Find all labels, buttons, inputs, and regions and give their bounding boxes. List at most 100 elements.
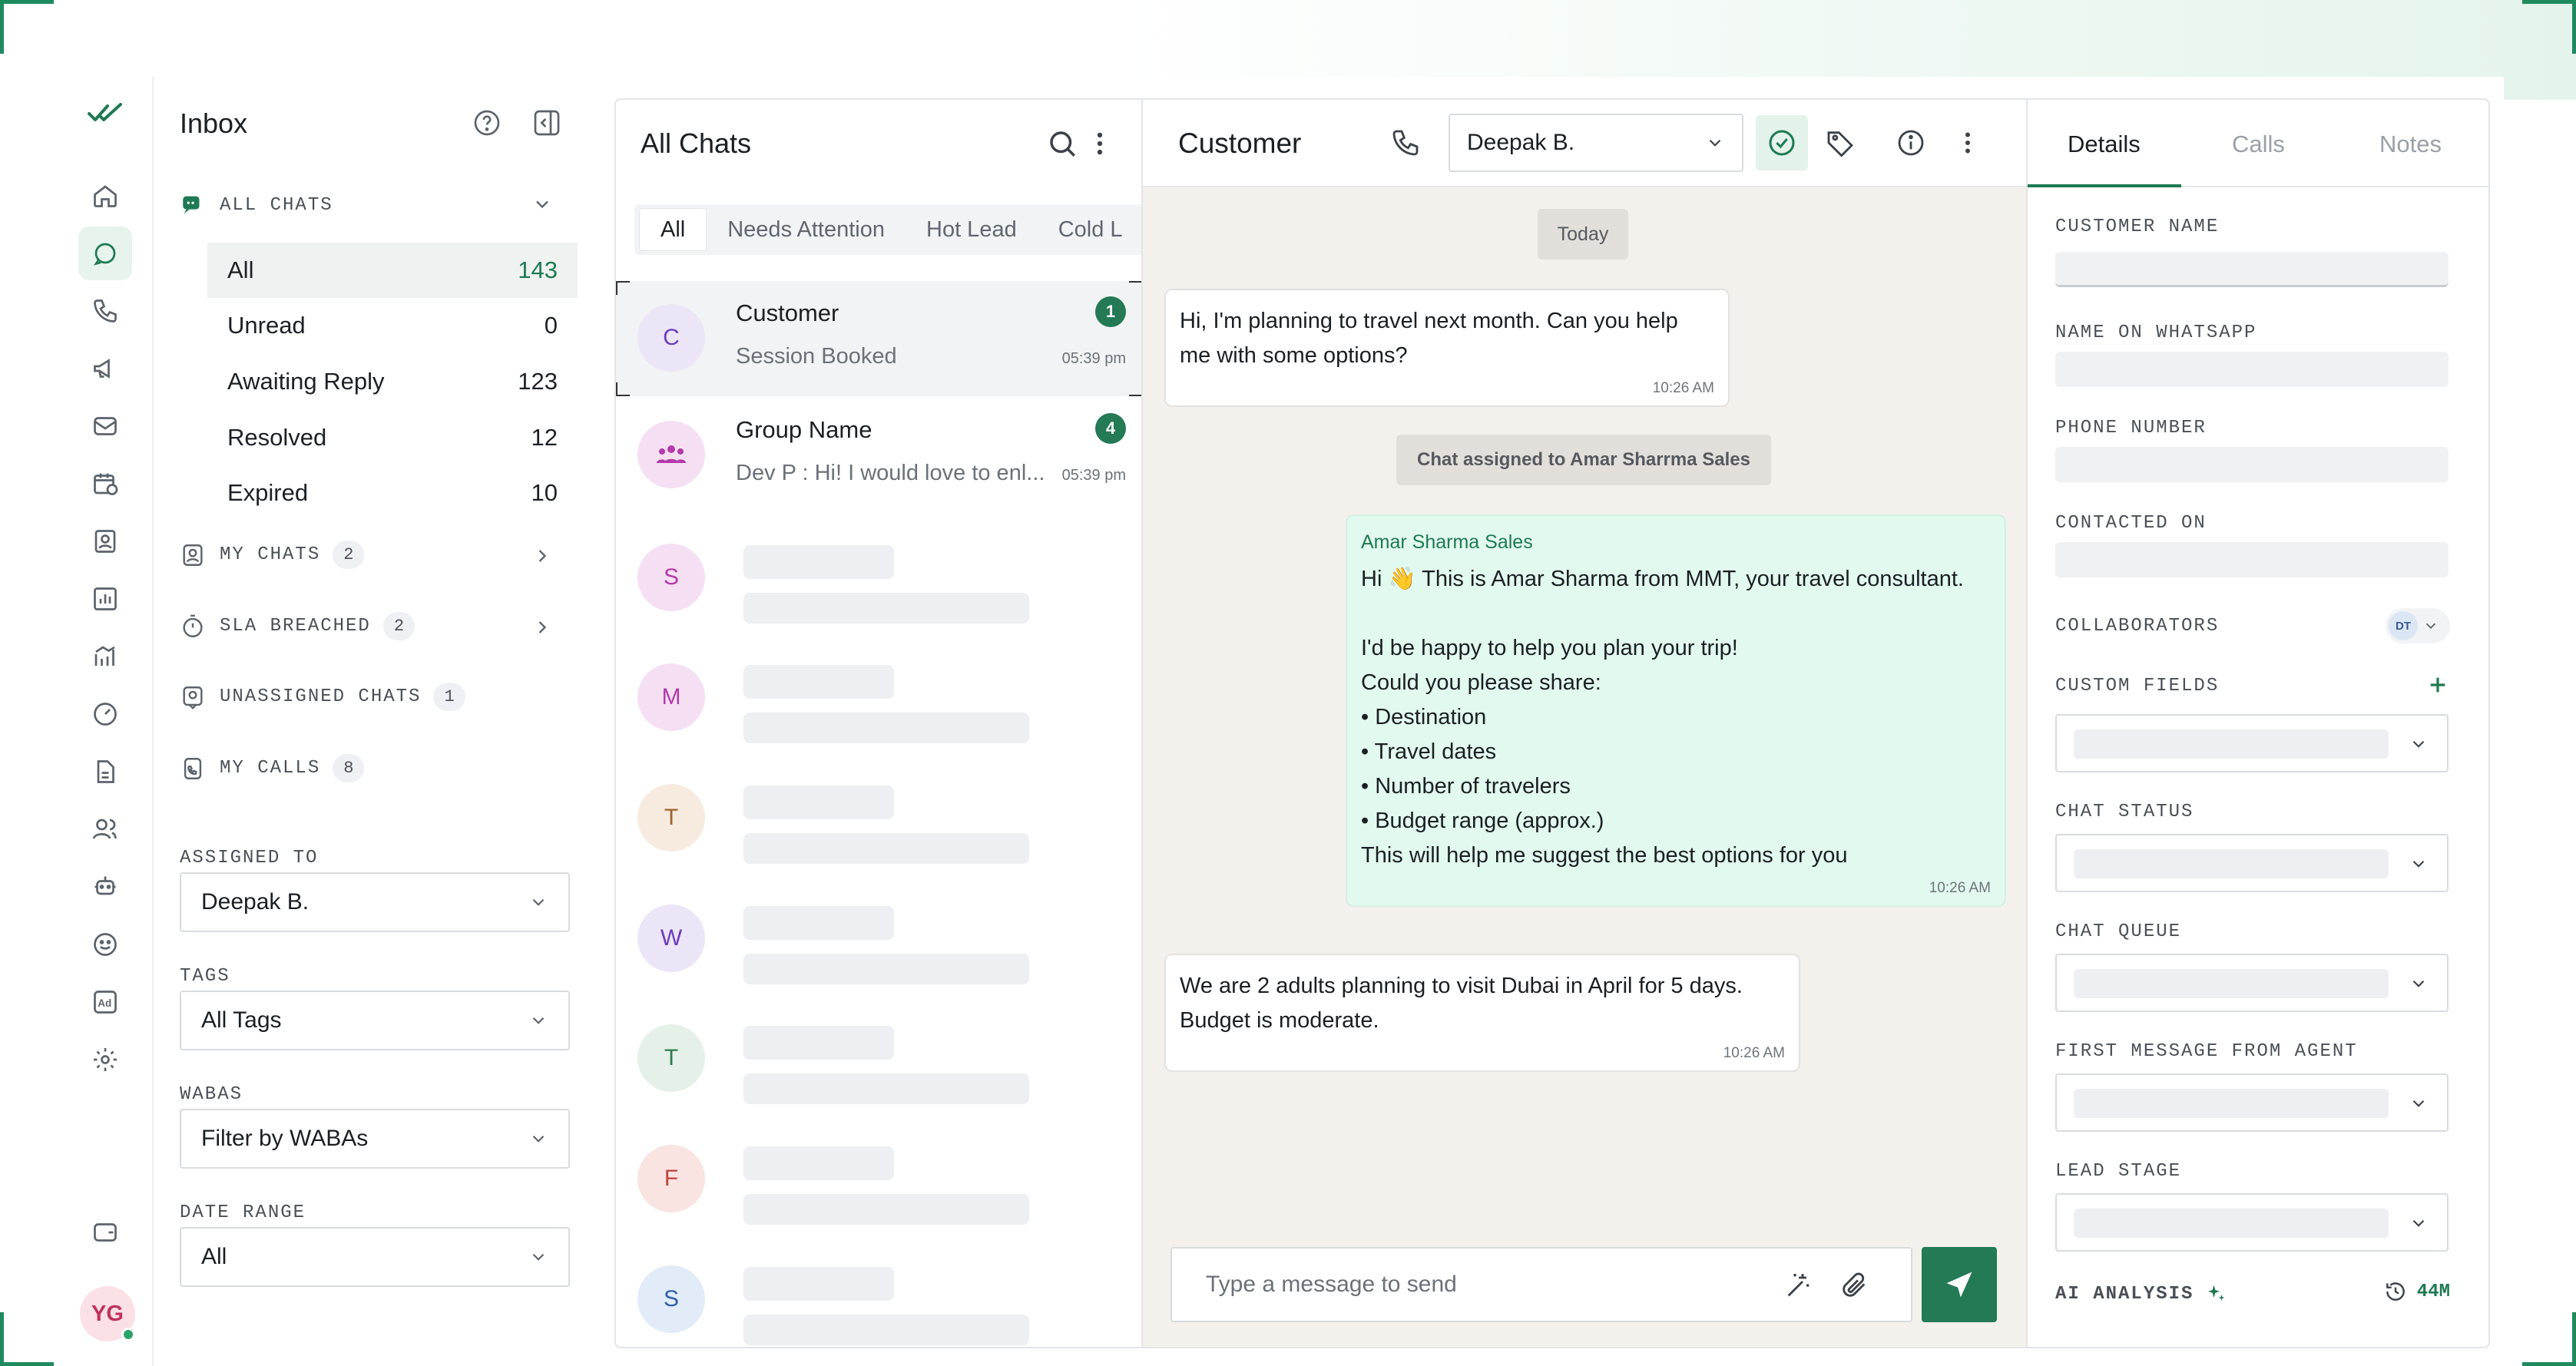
analytics-icon[interactable] xyxy=(78,630,132,683)
face-settings-icon[interactable] xyxy=(78,918,132,971)
collapse-panel-icon[interactable] xyxy=(531,107,564,140)
skeleton-value xyxy=(2074,849,2389,878)
tab-details[interactable]: Details xyxy=(2068,131,2141,158)
double-check-logo-icon[interactable] xyxy=(78,86,132,140)
chat-row-placeholder[interactable]: S xyxy=(616,1239,1141,1347)
phone-icon[interactable] xyxy=(1389,126,1422,160)
message-text: I'd be happy to help you plan your trip! xyxy=(1361,636,1738,660)
home-icon[interactable] xyxy=(78,169,132,223)
assigned-to-select[interactable]: Deepak B. xyxy=(180,872,570,932)
chat-row-placeholder[interactable]: T xyxy=(616,758,1141,873)
search-icon[interactable] xyxy=(1046,127,1078,160)
chevron-down-icon xyxy=(528,1010,548,1030)
first-message-select[interactable] xyxy=(2055,1073,2449,1132)
message-bullet: • Travel dates xyxy=(1361,739,1497,764)
paperclip-icon[interactable] xyxy=(1839,1270,1869,1301)
info-icon[interactable] xyxy=(1894,126,1928,160)
all-chats-section[interactable]: ALL CHATS xyxy=(180,192,333,218)
message-time: 10:26 AM xyxy=(1652,380,1714,396)
chevron-down-icon[interactable] xyxy=(531,193,553,215)
speedometer-icon[interactable] xyxy=(78,687,132,741)
ai-analysis-section[interactable]: AI ANALYSIS xyxy=(2055,1282,2227,1305)
chevron-right-icon[interactable] xyxy=(531,545,553,567)
chat-status-select[interactable] xyxy=(2055,834,2449,892)
incoming-message: Hi, I'm planning to travel next month. C… xyxy=(1164,289,1730,407)
filter-count: 10 xyxy=(531,479,558,506)
magic-wand-icon[interactable] xyxy=(1783,1270,1814,1301)
bar-chart-icon[interactable] xyxy=(78,572,132,626)
contact-card-icon[interactable] xyxy=(78,514,132,568)
bot-icon[interactable] xyxy=(78,860,132,914)
customer-name-field[interactable] xyxy=(2055,252,2449,287)
filter-all[interactable]: All 143 xyxy=(207,243,578,298)
filter-resolved[interactable]: Resolved 12 xyxy=(207,410,578,465)
filter-label: Unread xyxy=(227,312,306,339)
chat-row-group[interactable]: Group Name Dev P : Hi! I would love to e… xyxy=(616,398,1141,513)
tab-hot-lead[interactable]: Hot Lead xyxy=(906,208,1038,251)
user-avatar[interactable]: YG xyxy=(80,1286,135,1341)
message-composer[interactable]: Type a message to send xyxy=(1170,1247,1912,1322)
add-custom-field-icon[interactable] xyxy=(2425,673,2450,697)
message-text: Could you please share: xyxy=(1361,670,1601,695)
chat-row-placeholder[interactable]: W xyxy=(616,878,1141,994)
more-options-icon[interactable] xyxy=(1094,129,1106,158)
filter-label: Awaiting Reply xyxy=(227,368,385,395)
group-avatar xyxy=(637,421,705,488)
filter-label: Resolved xyxy=(227,424,327,451)
wallet-icon[interactable] xyxy=(78,1206,132,1259)
collaborators-picker[interactable]: DT xyxy=(2386,608,2450,643)
wave-emoji: 👋 xyxy=(1388,567,1416,591)
chat-queue-select[interactable] xyxy=(2055,954,2449,1012)
agent-assign-select[interactable]: Deepak B. xyxy=(1449,114,1743,172)
chat-time: 05:39 pm xyxy=(1061,467,1126,484)
chevron-down-icon xyxy=(2409,974,2429,994)
calendar-clock-icon[interactable] xyxy=(78,457,132,511)
megaphone-icon[interactable] xyxy=(78,342,132,395)
help-icon[interactable] xyxy=(472,107,504,140)
document-icon[interactable] xyxy=(78,745,132,799)
chat-row-placeholder[interactable]: F xyxy=(616,1119,1141,1234)
my-chats-section[interactable]: MY CHATS 2 xyxy=(180,541,365,569)
tag-icon[interactable] xyxy=(1823,126,1857,160)
more-options-icon[interactable] xyxy=(1951,126,1985,160)
selection-corner xyxy=(616,281,630,295)
chat-filter-tabs: All Needs Attention Hot Lead Cold L xyxy=(634,204,1141,255)
users-icon[interactable] xyxy=(78,802,132,856)
phone-icon[interactable] xyxy=(78,284,132,338)
tab-needs-attention[interactable]: Needs Attention xyxy=(707,208,906,251)
mail-icon[interactable] xyxy=(78,399,132,453)
lead-stage-select[interactable] xyxy=(2055,1193,2449,1252)
tab-all[interactable]: All xyxy=(639,208,707,251)
chat-avatar: F xyxy=(637,1145,705,1212)
tags-select[interactable]: All Tags xyxy=(180,991,570,1050)
chat-row-customer[interactable]: C Customer Session Booked 1 05:39 pm xyxy=(616,281,1141,396)
unassigned-chats-section[interactable]: UNASSIGNED CHATS 1 xyxy=(180,683,465,711)
my-calls-section[interactable]: MY CALLS 8 xyxy=(180,754,365,782)
filter-awaiting-reply[interactable]: Awaiting Reply 123 xyxy=(207,354,578,409)
chevron-right-icon[interactable] xyxy=(531,617,553,638)
chat-row-placeholder[interactable]: S xyxy=(616,518,1141,633)
sla-breached-section[interactable]: SLA BREACHED 2 xyxy=(180,612,416,640)
send-button[interactable] xyxy=(1922,1247,1997,1322)
skeleton-value xyxy=(2074,1209,2389,1238)
ad-icon[interactable]: Ad xyxy=(78,975,132,1029)
message-text: Budget is moderate. xyxy=(1180,1008,1379,1033)
details-tabs: Details Calls Notes xyxy=(2028,100,2488,187)
message-bullet: • Budget range (approx.) xyxy=(1361,809,1604,833)
chat-row-placeholder[interactable]: M xyxy=(616,637,1141,752)
gear-icon[interactable] xyxy=(78,1033,132,1087)
custom-field-select[interactable] xyxy=(2055,714,2449,772)
chat-row-placeholder[interactable]: T xyxy=(616,998,1141,1113)
tab-cold-lead[interactable]: Cold L xyxy=(1038,208,1141,251)
chats-icon[interactable] xyxy=(78,227,132,280)
tab-notes[interactable]: Notes xyxy=(2379,131,2442,158)
date-range-select[interactable]: All xyxy=(180,1227,570,1287)
filter-unread[interactable]: Unread 0 xyxy=(207,298,578,353)
wabas-select[interactable]: Filter by WABAs xyxy=(180,1109,570,1169)
selection-corner xyxy=(1129,382,1141,396)
tab-calls[interactable]: Calls xyxy=(2232,131,2285,158)
filter-label: Expired xyxy=(227,479,309,506)
resolve-check-icon[interactable] xyxy=(1756,115,1808,170)
filter-expired[interactable]: Expired 10 xyxy=(207,465,578,521)
refresh-clock-icon[interactable] xyxy=(2383,1279,2408,1304)
